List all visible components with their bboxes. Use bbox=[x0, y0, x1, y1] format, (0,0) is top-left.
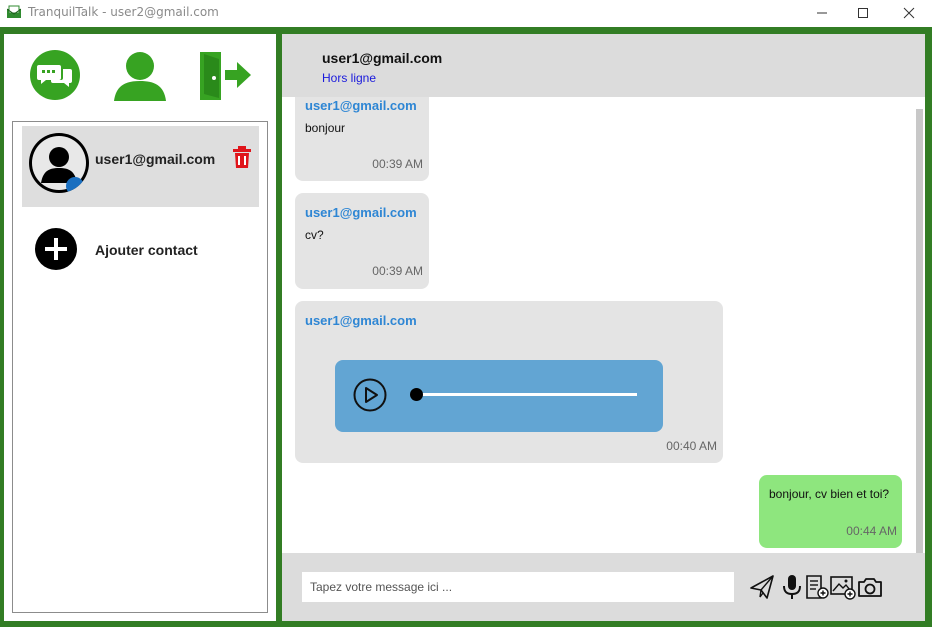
audio-progress-track[interactable] bbox=[415, 393, 637, 396]
message-scrollbar[interactable] bbox=[916, 109, 923, 553]
message-bubble: user1@gmail.com bonjour 00:39 AM bbox=[295, 97, 429, 181]
user-icon[interactable] bbox=[114, 51, 166, 101]
message-sender: user1@gmail.com bbox=[305, 98, 417, 113]
contacts-list: user1@gmail.com Ajouter contact bbox=[12, 121, 268, 613]
contact-item[interactable]: user1@gmail.com bbox=[22, 126, 259, 207]
contact-name: user1@gmail.com bbox=[95, 151, 216, 167]
close-button[interactable] bbox=[889, 0, 929, 26]
message-text: cv? bbox=[305, 228, 324, 242]
audio-progress-thumb[interactable] bbox=[410, 388, 423, 401]
message-text: bonjour bbox=[305, 121, 346, 135]
message-list[interactable]: user1@gmail.com bonjour 00:39 AM user1@g… bbox=[282, 97, 925, 553]
left-panel: user1@gmail.com Ajouter contact bbox=[4, 34, 276, 621]
camera-icon[interactable] bbox=[857, 574, 883, 600]
message-time: 00:39 AM bbox=[372, 264, 423, 278]
message-bubble: user1@gmail.com 00:40 AM bbox=[295, 301, 723, 463]
message-sender: user1@gmail.com bbox=[305, 313, 417, 328]
message-bubble-sent: bonjour, cv bien et toi? 00:44 AM bbox=[759, 475, 902, 548]
message-bubble: user1@gmail.com cv? 00:39 AM bbox=[295, 193, 429, 289]
minimize-button[interactable] bbox=[802, 0, 842, 26]
message-time: 00:44 AM bbox=[846, 524, 897, 538]
minimize-icon bbox=[817, 12, 827, 14]
add-contact-button[interactable]: Ajouter contact bbox=[22, 217, 259, 277]
close-icon bbox=[903, 7, 915, 19]
avatar bbox=[29, 133, 89, 193]
chat-panel: user1@gmail.com Hors ligne user1@gmail.c… bbox=[282, 34, 925, 621]
app-logo-icon bbox=[7, 5, 21, 18]
delete-contact-icon[interactable] bbox=[232, 146, 252, 168]
message-input[interactable] bbox=[302, 572, 734, 602]
play-icon[interactable] bbox=[353, 378, 387, 412]
microphone-icon[interactable] bbox=[779, 574, 805, 600]
chat-header: user1@gmail.com Hors ligne bbox=[282, 34, 925, 97]
message-time: 00:39 AM bbox=[372, 157, 423, 171]
maximize-button[interactable] bbox=[843, 0, 883, 26]
image-icon[interactable] bbox=[830, 574, 856, 600]
message-text: bonjour, cv bien et toi? bbox=[769, 487, 890, 501]
status-indicator bbox=[66, 177, 84, 193]
message-time: 00:40 AM bbox=[666, 439, 717, 453]
composer bbox=[282, 553, 925, 621]
add-icon bbox=[35, 228, 77, 270]
send-icon[interactable] bbox=[749, 574, 775, 600]
document-icon[interactable] bbox=[804, 574, 830, 600]
chat-contact-status: Hors ligne bbox=[322, 71, 377, 85]
audio-player bbox=[335, 360, 663, 432]
chat-contact-name: user1@gmail.com bbox=[322, 50, 443, 66]
chat-icon[interactable] bbox=[30, 50, 80, 100]
maximize-icon bbox=[858, 8, 868, 18]
logout-icon[interactable] bbox=[199, 50, 251, 102]
add-contact-label: Ajouter contact bbox=[95, 242, 198, 258]
title-bar: TranquilTalk - user2@gmail.com bbox=[0, 0, 932, 27]
window-title: TranquilTalk - user2@gmail.com bbox=[28, 5, 219, 19]
message-sender: user1@gmail.com bbox=[305, 205, 417, 220]
